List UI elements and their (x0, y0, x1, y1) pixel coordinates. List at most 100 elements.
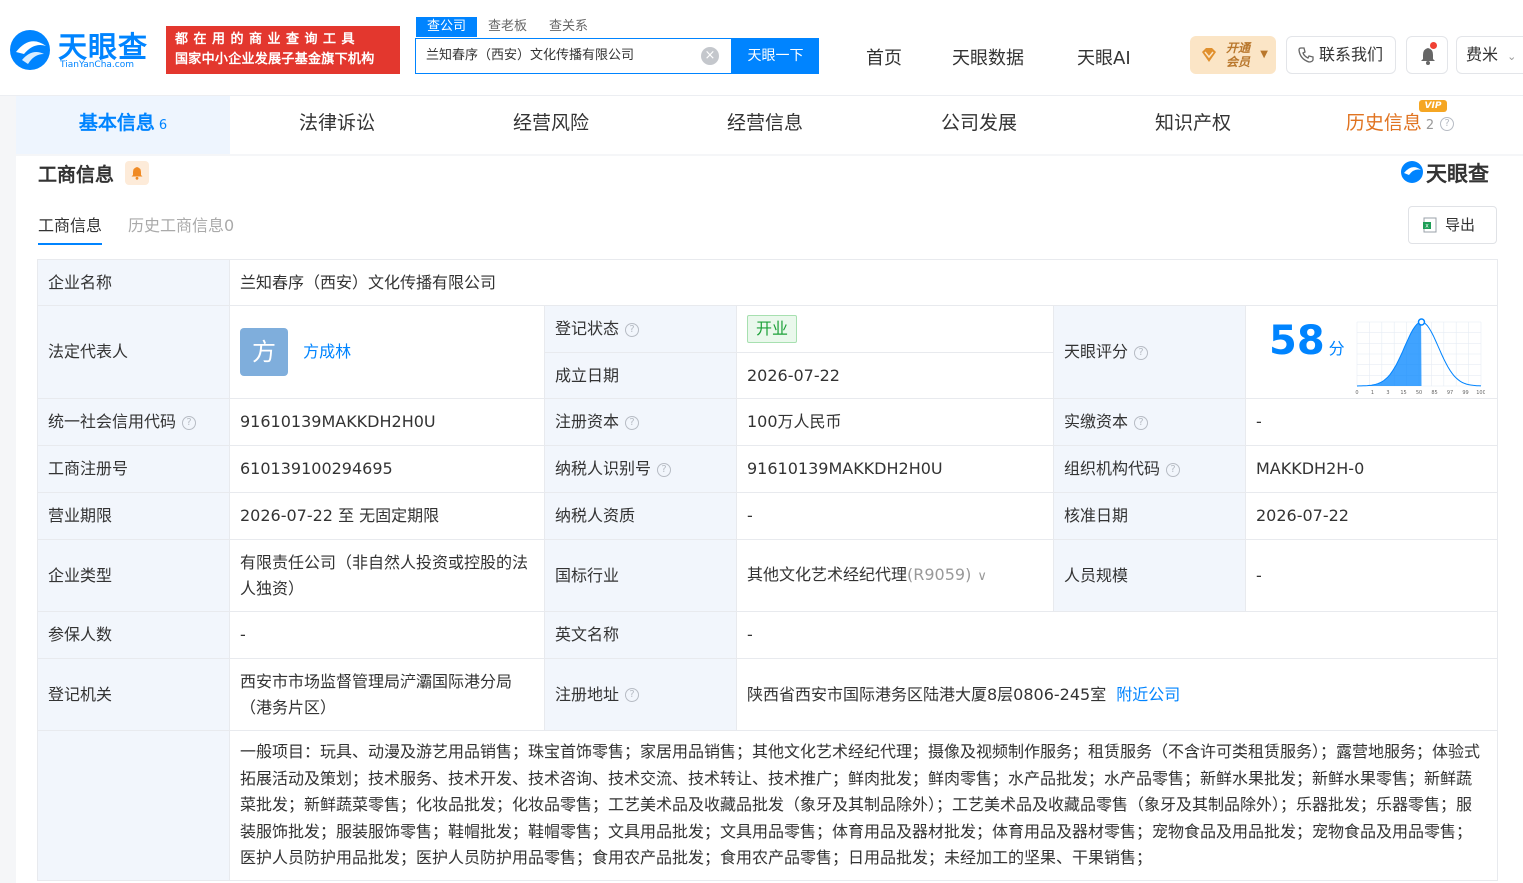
subtab-business-info[interactable]: 工商信息 (38, 212, 103, 245)
authority-value: 西安市市场监督管理局浐灞国际港分局（港务片区） (229, 658, 545, 731)
business-info-table: 企业名称 兰知春序（西安）文化传播有限公司 法定代表人 方 方成林 登记状态? … (37, 259, 1499, 881)
industry-cell[interactable]: 其他文化艺术经纪代理(R9059) ∨ (736, 539, 1054, 612)
term-value: 2026-07-22 至 无固定期限 (229, 492, 545, 540)
nav-home[interactable]: 首页 (866, 44, 902, 70)
staff-value: - (1244, 539, 1499, 612)
table-row: 工商注册号 610139100294695 纳税人识别号? 91610139MA… (37, 445, 1499, 493)
search-input-value: 兰知春序（西安）文化传播有限公司 (426, 48, 635, 63)
diamond-icon (1202, 48, 1216, 62)
search-tab-company[interactable]: 查公司 (416, 17, 478, 37)
reg-capital-label-cell: 注册资本? (544, 398, 737, 446)
approved-value: 2026-07-22 (1244, 492, 1499, 540)
tab-history[interactable]: 历史信息 2? (1300, 96, 1500, 154)
help-icon[interactable]: ? (1166, 462, 1181, 477)
tab-legal[interactable]: 法律诉讼 (230, 96, 444, 154)
chart-tick-label: 0 (1355, 390, 1358, 396)
reg-no-value: 610139100294695 (229, 445, 545, 493)
search-tab-boss[interactable]: 查老板 (477, 17, 538, 37)
address-label-cell: 注册地址? (544, 658, 737, 731)
brand-logo[interactable]: 天眼查 TianYanCha.com (8, 24, 158, 76)
chevron-down-icon: ⌄ (1507, 50, 1517, 63)
org-code-label: 组织机构代码 (1064, 459, 1161, 478)
org-code-value: MAKKDH2H-0 (1244, 445, 1499, 493)
user-menu[interactable]: 费米 ⌄ (1456, 36, 1523, 74)
tab-basic-info[interactable]: 基本信息 6 (16, 96, 230, 154)
slogan-banner: 都在用的商业查询工具 国家中小企业发展子基金旗下机构 (166, 26, 400, 74)
notification-button[interactable] (1406, 36, 1448, 74)
reg-capital-label: 注册资本 (555, 412, 620, 431)
tab-history-count: 2 (1425, 118, 1435, 133)
help-icon[interactable]: ? (625, 322, 640, 337)
tab-history-label: 历史信息 (1345, 112, 1422, 134)
tab-operation[interactable]: 经营信息 (658, 96, 872, 154)
help-icon[interactable]: ? (657, 462, 672, 477)
help-icon[interactable]: ? (182, 415, 197, 430)
chart-tick-label: 85 (1431, 390, 1437, 396)
help-icon[interactable]: ? (1440, 116, 1455, 131)
brand-watermark-text: 天眼查 (1426, 162, 1489, 186)
chart-tick-label: 3 (1386, 390, 1389, 396)
subtab-history-business-info[interactable]: 历史工商信息0 (128, 212, 234, 236)
insured-label: 参保人数 (37, 611, 230, 659)
help-icon[interactable]: ? (1134, 415, 1149, 430)
score-cell[interactable]: 58 分 0 1 3 15 50 85 97 99 100 (1244, 305, 1499, 399)
company-name-label: 企业名称 (37, 259, 230, 306)
tab-risk[interactable]: 经营风险 (444, 96, 658, 154)
staff-label: 人员规模 (1053, 539, 1246, 612)
tab-ip[interactable]: 知识产权 (1086, 96, 1300, 154)
type-value: 有限责任公司（非自然人投资或控股的法人独资） (229, 539, 545, 612)
reg-status-label: 登记状态 (555, 319, 620, 338)
caret-down-icon: ▼ (1260, 49, 1268, 60)
export-button[interactable]: x 导出 (1408, 206, 1497, 244)
tab-development[interactable]: 公司发展 (872, 96, 1086, 154)
slogan-line2: 国家中小企业发展子基金旗下机构 (175, 52, 375, 67)
search-button[interactable]: 天眼一下 (732, 38, 819, 74)
term-label: 营业期限 (37, 492, 230, 540)
vip-label: 开通 会员 (1226, 41, 1250, 69)
user-name: 费米 (1466, 45, 1499, 64)
score-unit: 分 (1328, 339, 1345, 358)
search-tab-relation[interactable]: 查关系 (538, 17, 599, 37)
subscribe-bell-button[interactable] (125, 161, 149, 185)
score-value: 58 (1269, 318, 1325, 364)
export-label: 导出 (1445, 216, 1476, 234)
help-icon[interactable]: ? (1134, 345, 1149, 360)
table-row: 统一社会信用代码? 91610139MAKKDH2H0U 注册资本? 100万人… (37, 398, 1499, 446)
taxpayer-id-label: 纳税人识别号 (555, 459, 652, 478)
legal-rep-label: 法定代表人 (37, 305, 230, 399)
contact-us-button[interactable]: 联系我们 (1286, 36, 1396, 74)
clear-icon[interactable]: × (701, 47, 719, 65)
vip-membership-button[interactable]: 开通 会员 ▼ (1190, 36, 1276, 74)
chevron-down-icon: ∨ (977, 568, 987, 584)
nav-data[interactable]: 天眼数据 (952, 44, 1024, 70)
industry-value: 其他文化艺术经纪代理 (747, 564, 908, 584)
approved-label: 核准日期 (1053, 492, 1246, 540)
chart-tick-label: 50 (1416, 390, 1422, 396)
top-header: 天眼查 TianYanCha.com 都在用的商业查询工具 国家中小企业发展子基… (0, 0, 1523, 96)
tab-basic-info-label: 基本信息 (78, 112, 155, 134)
nav-ai[interactable]: 天眼AI (1077, 44, 1131, 70)
scope-label-cell (37, 730, 230, 881)
bell-icon (131, 167, 143, 180)
search-input[interactable]: 兰知春序（西安）文化传播有限公司 × (415, 38, 732, 74)
credit-code-label-cell: 统一社会信用代码? (37, 398, 230, 446)
help-icon[interactable]: ? (625, 688, 640, 702)
english-value: - (735, 611, 1499, 659)
table-row: 一般项目：玩具、动漫及游艺用品销售；珠宝首饰零售；家居用品销售；其他文化艺术经纪… (37, 730, 1499, 881)
legal-rep-cell: 方 方成林 (229, 305, 545, 399)
slogan-line1: 都在用的商业查询工具 (175, 32, 361, 47)
address-cell: 陕西省西安市国际港务区陆港大厦8层0806-245室 附近公司 (735, 658, 1499, 731)
taxpayer-id-value: 91610139MAKKDH2H0U (736, 445, 1054, 493)
nearby-companies-link[interactable]: 附近公司 (1116, 685, 1180, 704)
avatar[interactable]: 方 (240, 328, 288, 376)
svg-text:x: x (1425, 223, 1429, 230)
founded-label: 成立日期 (544, 352, 737, 399)
chart-tick-label: 97 (1447, 390, 1453, 396)
insured-value: - (229, 611, 545, 659)
help-icon[interactable]: ? (625, 415, 640, 430)
taxpayer-qual-value: - (736, 492, 1054, 540)
legal-rep-link[interactable]: 方成林 (303, 342, 351, 361)
excel-icon: x (1423, 217, 1437, 233)
vip-badge: VIP (1419, 100, 1447, 112)
taxpayer-id-label-cell: 纳税人识别号? (544, 445, 737, 493)
